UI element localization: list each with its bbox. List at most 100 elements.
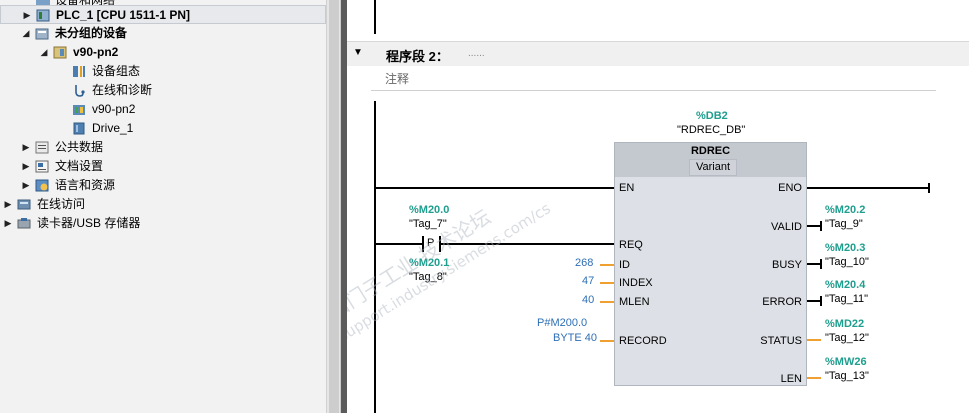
error-wire-tick xyxy=(820,296,822,306)
tree-item-languages-resources[interactable]: ▶ 语言和资源 xyxy=(0,176,326,195)
block-header: RDREC Variant xyxy=(615,143,806,177)
tree-item-online-diagnostics[interactable]: 在线和诊断 xyxy=(0,81,326,100)
tree-item-v90-pn2[interactable]: ◢ v90-pn2 xyxy=(0,43,326,62)
valid-wire xyxy=(807,225,821,227)
record-wire xyxy=(600,340,614,342)
en-wire xyxy=(376,187,614,189)
pin-eno: ENO xyxy=(778,182,802,194)
expand-arrow-icon[interactable]: ▶ xyxy=(21,176,31,195)
watermark-url: support.industry.siemens.com/cs xyxy=(347,199,554,346)
device-icon xyxy=(53,46,67,59)
collapse-arrow-icon[interactable]: ◢ xyxy=(21,24,31,43)
expand-arrow-icon[interactable]: ▶ xyxy=(22,6,32,25)
pin-busy: BUSY xyxy=(772,259,802,271)
drive-icon xyxy=(72,122,86,135)
index-wire xyxy=(600,282,614,284)
device-config-icon xyxy=(72,65,86,78)
busy-wire xyxy=(807,263,821,265)
req-contact-address[interactable]: %M20.0 xyxy=(409,204,449,216)
id-wire xyxy=(600,264,614,266)
pin-status: STATUS xyxy=(760,335,802,347)
project-tree: 设备和网络 ▶ PLC_1 [CPU 1511-1 PN] ◢ 未分组的设备 ◢… xyxy=(0,0,341,413)
collapse-arrow-icon[interactable]: ▼ xyxy=(353,47,363,58)
tree-item-card-reader[interactable]: ▶ 读卡器/USB 存储器 xyxy=(0,214,326,233)
pin-req: REQ xyxy=(619,239,643,251)
status-address[interactable]: %MD22 xyxy=(825,318,864,330)
power-rail-previous xyxy=(374,0,376,34)
instance-db-name[interactable]: "RDREC_DB" xyxy=(677,124,745,136)
error-wire xyxy=(807,300,821,302)
id-value[interactable]: 268 xyxy=(575,257,593,269)
tree-scrollbar[interactable] xyxy=(326,0,340,413)
pin-len: LEN xyxy=(780,373,802,385)
network-header[interactable]: ▼ 程序段 2： ...... xyxy=(347,41,969,66)
len-address[interactable]: %MW26 xyxy=(825,356,867,368)
req-contact-tag[interactable]: "Tag_7" xyxy=(409,218,447,230)
tree-item-ungrouped-devices[interactable]: ◢ 未分组的设备 xyxy=(0,24,326,43)
network-comment[interactable]: 注释 xyxy=(385,70,409,87)
valid-address[interactable]: %M20.2 xyxy=(825,204,865,216)
tree-item-drive-1[interactable]: Drive_1 xyxy=(0,119,326,138)
tree-item-document-settings[interactable]: ▶ 文档设置 xyxy=(0,157,326,176)
expand-arrow-icon[interactable]: ▶ xyxy=(21,157,31,176)
card-reader-icon xyxy=(17,217,31,230)
tree-item-online-access[interactable]: ▶ 在线访问 xyxy=(0,195,326,214)
len-wire xyxy=(807,377,821,379)
valid-tag[interactable]: "Tag_9" xyxy=(825,218,863,230)
tree-item-v90-pn2-drive-device[interactable]: v90-pn2 xyxy=(0,100,326,119)
network-title-placeholder[interactable]: ...... xyxy=(468,48,485,59)
language-icon xyxy=(35,179,49,192)
network-title: 程序段 2： xyxy=(386,49,449,64)
busy-address[interactable]: %M20.3 xyxy=(825,242,865,254)
edge-memory-tag[interactable]: "Tag_8" xyxy=(409,271,447,283)
drive-device-icon xyxy=(72,103,86,116)
busy-tag[interactable]: "Tag_10" xyxy=(825,256,869,268)
mlen-wire xyxy=(600,301,614,303)
error-address[interactable]: %M20.4 xyxy=(825,279,865,291)
collapse-arrow-icon[interactable]: ◢ xyxy=(39,43,49,62)
positive-edge-contact[interactable]: P xyxy=(427,237,434,249)
error-tag[interactable]: "Tag_11" xyxy=(825,293,868,305)
instance-db-address[interactable]: %DB2 xyxy=(696,110,728,122)
eno-wire xyxy=(807,187,929,189)
record-value-pointer[interactable]: P#M200.0 xyxy=(537,317,587,329)
status-tag[interactable]: "Tag_12" xyxy=(825,332,869,344)
folder-icon xyxy=(35,27,49,40)
busy-wire-tick xyxy=(820,259,822,269)
index-value[interactable]: 47 xyxy=(582,275,594,287)
len-tag[interactable]: "Tag_13" xyxy=(825,370,869,382)
tree-scrollbar-thumb[interactable] xyxy=(329,0,339,413)
pin-id: ID xyxy=(619,259,630,271)
block-variant[interactable]: Variant xyxy=(689,159,737,176)
common-data-icon xyxy=(35,141,49,154)
mlen-value[interactable]: 40 xyxy=(582,294,594,306)
online-access-icon xyxy=(17,198,31,211)
power-rail xyxy=(374,101,376,413)
ladder-editor: ▼ 程序段 2： ...... 注释 P %M20.0 "Tag_7" %M20… xyxy=(347,0,969,413)
pin-valid: VALID xyxy=(771,221,802,233)
expand-arrow-icon[interactable]: ▶ xyxy=(3,214,13,233)
pin-error: ERROR xyxy=(762,296,802,308)
pin-en: EN xyxy=(619,182,635,194)
tree-item-common-data[interactable]: ▶ 公共数据 xyxy=(0,138,326,157)
tree-item-plc[interactable]: ▶ PLC_1 [CPU 1511-1 PN] xyxy=(0,5,326,24)
rdrec-block[interactable]: RDREC Variant EN REQ ID INDEX MLEN RECOR… xyxy=(614,142,807,386)
status-wire xyxy=(807,339,821,341)
comment-divider xyxy=(371,90,936,91)
tree-item-device-config[interactable]: 设备组态 xyxy=(0,62,326,81)
block-name: RDREC xyxy=(690,145,731,157)
edge-memory-address[interactable]: %M20.1 xyxy=(409,257,449,269)
expand-arrow-icon[interactable]: ▶ xyxy=(21,138,31,157)
contact-left-bar xyxy=(422,236,424,252)
expand-arrow-icon[interactable]: ▶ xyxy=(3,195,13,214)
diagnostics-icon xyxy=(72,84,86,97)
contact-right-bar xyxy=(439,236,441,252)
req-wire-right xyxy=(441,243,614,245)
pin-mlen: MLEN xyxy=(619,296,650,308)
pin-index: INDEX xyxy=(619,277,653,289)
pin-record: RECORD xyxy=(619,335,667,347)
record-value-type[interactable]: BYTE 40 xyxy=(553,332,597,344)
plc-icon xyxy=(36,9,50,22)
valid-wire-tick xyxy=(820,221,822,231)
req-wire-left xyxy=(376,243,422,245)
